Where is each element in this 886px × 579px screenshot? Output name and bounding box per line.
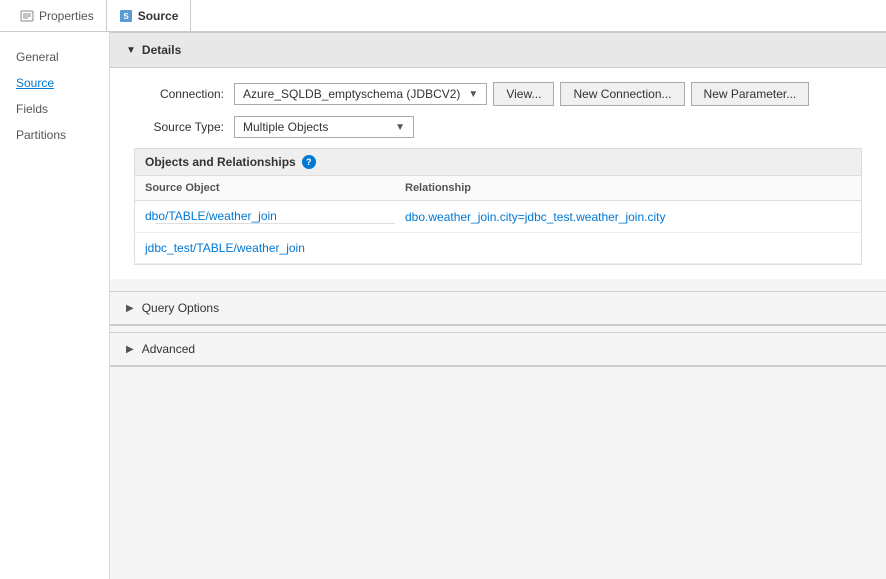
objects-section-label: Objects and Relationships	[145, 155, 296, 169]
advanced-arrow-icon: ▶	[126, 344, 134, 355]
details-content: Connection: Azure_SQLDB_emptyschema (JDB…	[110, 68, 886, 279]
source-type-select[interactable]: Multiple Objects ▼	[234, 116, 414, 138]
advanced-header[interactable]: ▶ Advanced	[110, 333, 886, 365]
objects-col-headers: Source Object Relationship	[135, 176, 861, 201]
details-section-header[interactable]: ▼ Details	[110, 32, 886, 68]
relationship-link-1[interactable]: dbo.weather_join.city=jdbc_test.weather_…	[405, 210, 665, 224]
main-layout: General Source Fields Partitions ▼ Detai…	[0, 32, 886, 579]
properties-icon	[20, 9, 34, 23]
advanced-section: ▶ Advanced	[110, 332, 886, 366]
source-type-row: Source Type: Multiple Objects ▼	[134, 116, 862, 138]
source-link-1[interactable]: dbo/TABLE/weather_join	[145, 209, 277, 223]
source-link-2[interactable]: jdbc_test/TABLE/weather_join	[145, 241, 305, 255]
objects-section: Objects and Relationships ? Source Objec…	[134, 148, 862, 265]
tab-bar: Properties S Source	[0, 0, 886, 32]
connection-control: Azure_SQLDB_emptyschema (JDBCV2) ▼ View.…	[234, 82, 809, 106]
content-area: ▼ Details Connection: Azure_SQLDB_emptys…	[110, 32, 886, 579]
query-options-arrow-icon: ▶	[126, 303, 134, 314]
tab-properties-label: Properties	[39, 9, 94, 23]
query-options-section: ▶ Query Options	[110, 291, 886, 325]
sidebar-item-fields[interactable]: Fields	[0, 96, 109, 122]
details-arrow-icon: ▼	[126, 45, 136, 56]
col-relationship-header: Relationship	[405, 182, 851, 194]
query-options-header[interactable]: ▶ Query Options	[110, 292, 886, 324]
view-button[interactable]: View...	[493, 82, 554, 106]
tab-source-label: Source	[138, 9, 179, 23]
advanced-label: Advanced	[142, 342, 195, 356]
sidebar-item-partitions[interactable]: Partitions	[0, 122, 109, 148]
connection-select[interactable]: Azure_SQLDB_emptyschema (JDBCV2) ▼	[234, 83, 487, 105]
source-type-control: Multiple Objects ▼	[234, 116, 414, 138]
col-source-header: Source Object	[145, 182, 405, 194]
tab-properties[interactable]: Properties	[8, 0, 107, 31]
objects-section-header: Objects and Relationships ?	[135, 149, 861, 176]
connection-chevron-icon: ▼	[468, 89, 478, 100]
advanced-separator	[110, 366, 886, 367]
row-source-2: jdbc_test/TABLE/weather_join	[145, 241, 405, 255]
svg-text:S: S	[123, 12, 129, 21]
source-type-label: Source Type:	[134, 120, 224, 134]
help-icon[interactable]: ?	[302, 155, 316, 169]
connection-row: Connection: Azure_SQLDB_emptyschema (JDB…	[134, 82, 862, 106]
source-icon: S	[119, 9, 133, 23]
new-parameter-button[interactable]: New Parameter...	[691, 82, 810, 106]
table-row: jdbc_test/TABLE/weather_join	[135, 233, 861, 264]
row-source-1: dbo/TABLE/weather_join	[145, 209, 405, 224]
connection-value: Azure_SQLDB_emptyschema (JDBCV2)	[243, 87, 460, 101]
row-relationship-1: dbo.weather_join.city=jdbc_test.weather_…	[405, 210, 851, 224]
row-divider-1	[155, 223, 395, 224]
source-type-value: Multiple Objects	[243, 120, 328, 134]
query-options-separator	[110, 325, 886, 326]
new-connection-button[interactable]: New Connection...	[560, 82, 684, 106]
table-row: dbo/TABLE/weather_join dbo.weather_join.…	[135, 201, 861, 233]
details-section-label: Details	[142, 43, 181, 57]
query-options-label: Query Options	[142, 301, 219, 315]
sidebar: General Source Fields Partitions	[0, 32, 110, 579]
source-type-chevron-icon: ▼	[395, 122, 405, 133]
sidebar-item-source[interactable]: Source	[0, 70, 109, 96]
tab-source[interactable]: S Source	[107, 0, 192, 31]
connection-label: Connection:	[134, 87, 224, 101]
sidebar-item-general[interactable]: General	[0, 44, 109, 70]
